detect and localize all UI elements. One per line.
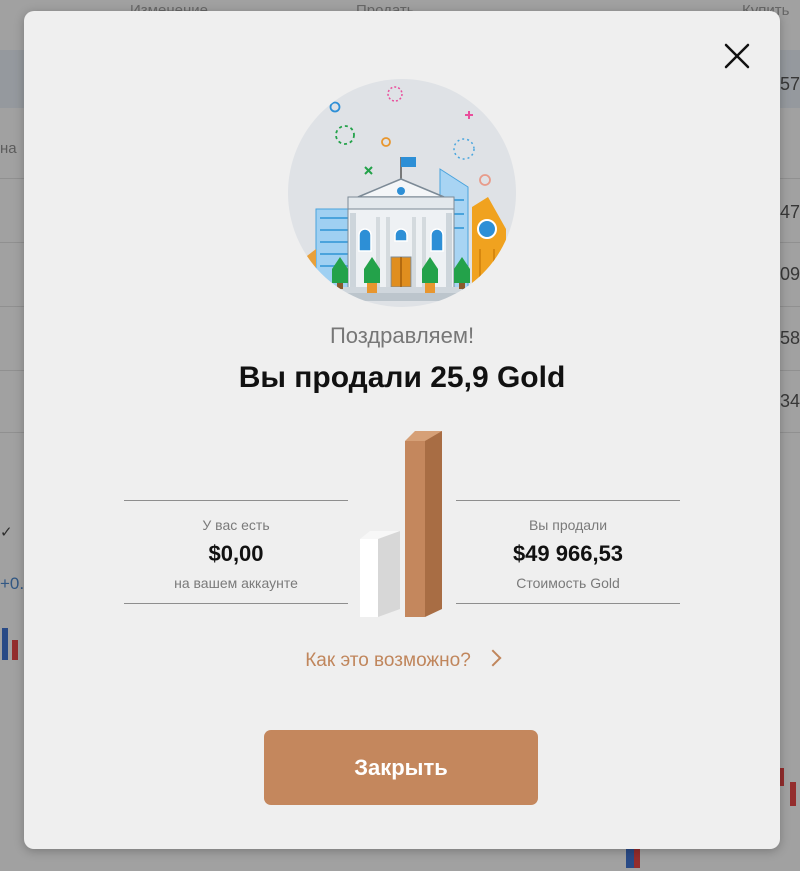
bank-building-icon xyxy=(303,86,506,301)
balance-stat: У вас есть $0,00 на вашем аккаунте xyxy=(124,500,348,604)
sold-value: $49 966,53 xyxy=(512,541,624,566)
sold-stat: Вы продали $49 966,53 Стоимость Gold xyxy=(456,500,680,604)
comparison-bars-illustration xyxy=(356,429,456,619)
congrats-text: Поздравляем! xyxy=(329,323,475,348)
bars-icon xyxy=(360,431,442,617)
how-possible-link[interactable]: Как это возможно? xyxy=(24,649,780,672)
chevron-right-icon xyxy=(484,649,502,667)
bank-building-illustration xyxy=(288,79,516,307)
close-dialog-button[interactable]: Закрыть xyxy=(264,730,538,805)
balance-sublabel: на вашем аккаунте xyxy=(174,575,298,591)
balance-value: $0,00 xyxy=(208,541,264,566)
success-dialog: Поздравляем! Вы продали 25,9 Gold У вас … xyxy=(24,11,780,849)
sold-sublabel: Стоимость Gold xyxy=(516,575,620,591)
how-possible-label: Как это возможно? xyxy=(305,650,471,671)
sold-label: Вы продали xyxy=(528,517,608,533)
sale-headline: Вы продали 25,9 Gold xyxy=(238,361,566,394)
balance-label: У вас есть xyxy=(202,517,270,533)
close-icon xyxy=(724,43,750,69)
close-button[interactable] xyxy=(722,41,752,71)
